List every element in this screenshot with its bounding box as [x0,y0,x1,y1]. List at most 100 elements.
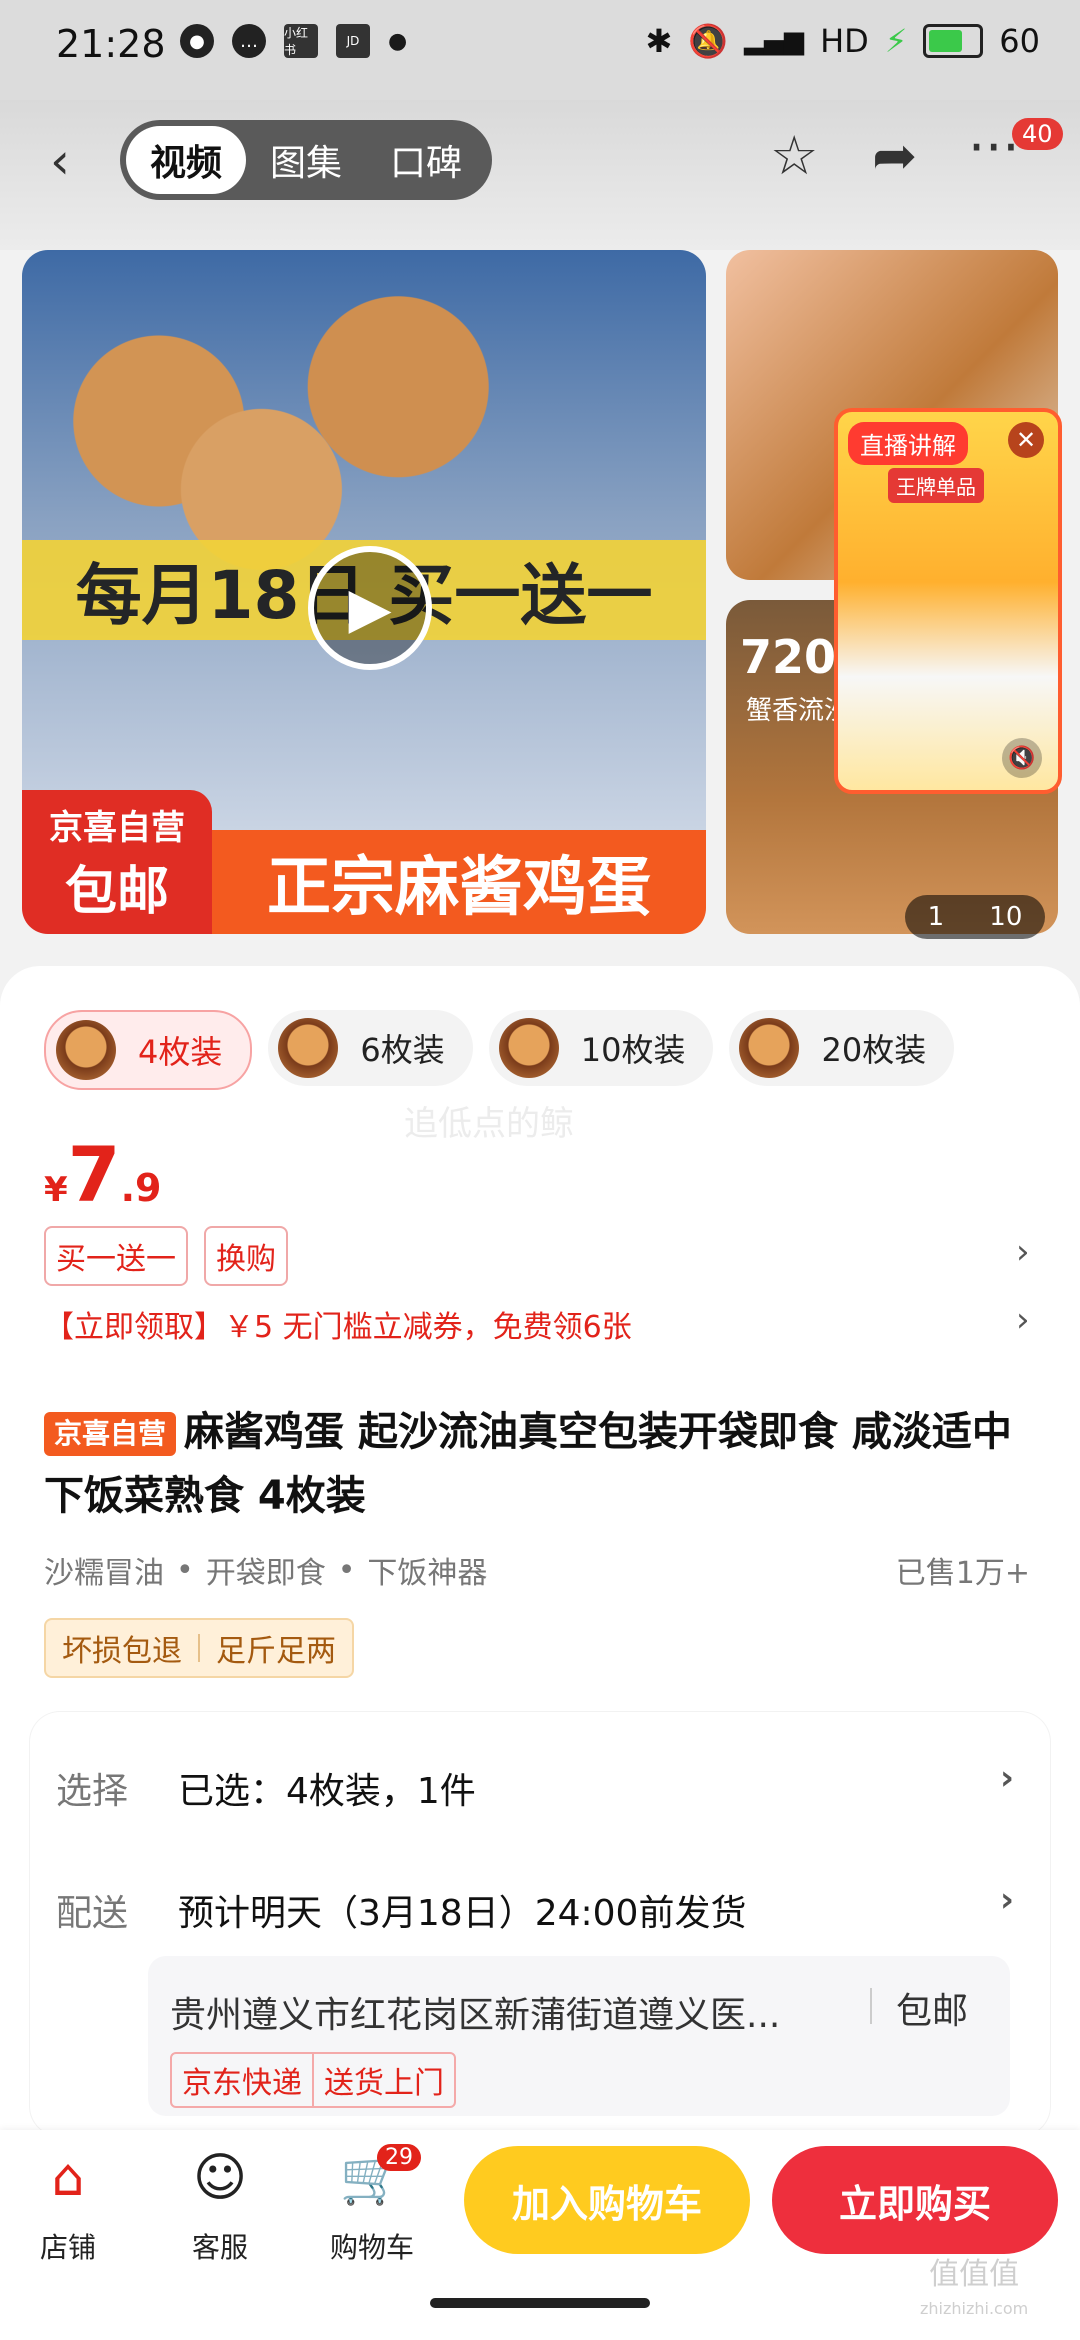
jingxi-tag-line2: 包邮 [64,862,169,922]
watermark-main: 值值值 [929,2257,1020,2292]
select-value[interactable]: 已选：4枚装，1件 [178,1762,476,1814]
chevron-right-icon[interactable]: › [1016,1232,1030,1272]
delivery-value[interactable]: 预计明天（3月18日）24:00前发货 [178,1884,746,1936]
product-title-text: 麻酱鸡蛋 起沙流油真空包装开袋即食 咸淡适中下饭菜熟食 4枚装 [44,1409,1012,1519]
share-icon[interactable]: ➦ [872,124,917,187]
express-tag: 京东快递 [182,2066,302,2101]
message-bubble-icon: ● [180,24,214,58]
buy-now-button[interactable]: 立即购买 [772,2146,1058,2254]
counter-current: 1 [927,902,945,932]
watermark-text: 追低点的鲸 [404,1104,574,1144]
variant-thumb [278,1018,339,1078]
product-features: 沙糯冒油 • 开袋即食 • 下饭神器 [44,1548,487,1592]
mute-speaker-icon[interactable]: 🔇 [1002,738,1042,778]
network-type: HD [820,22,869,60]
status-time: 21:28 [56,22,166,66]
variant-label: 10枚装 [580,1031,686,1069]
xiaohongshu-icon: 小红书 [284,24,318,58]
shipping-fee: 包邮 [896,1991,969,2032]
favorite-star-icon[interactable]: ☆ [770,124,818,187]
variant-selector: 4枚装 6枚装 10枚装 20枚装 [44,1010,955,1090]
back-icon[interactable]: ‹ [50,132,70,190]
guarantee-item: 坏损包退 [62,1634,182,1669]
tab-video[interactable]: 视频 [126,126,246,194]
variant-label: 6枚装 [360,1031,445,1069]
store-icon: ⌂ [51,2148,85,2208]
variant-4[interactable]: 4枚装 [44,1010,253,1090]
corner-watermark: 值值值 zhizhizhi.com [920,2258,1028,2326]
charging-icon: ⚡ [884,22,908,60]
variant-thumb [56,1020,116,1080]
jd-icon: JD [336,24,370,58]
variant-20[interactable]: 20枚装 [729,1010,955,1086]
more-icon[interactable]: ··· [968,116,1020,179]
store-label: 店铺 [40,2231,97,2264]
chevron-right-icon[interactable]: › [1000,1880,1014,1920]
signal-icon: ▂▄▆ [744,26,805,56]
more-badge: 40 [1012,118,1063,150]
feature-item: 下饭神器 [367,1556,488,1591]
product-title: 京喜自营 麻酱鸡蛋 起沙流油真空包装开袋即食 咸淡适中下饭菜熟食 4枚装 [44,1400,1024,1528]
dot-separator: • [176,1552,194,1588]
self-operated-tag: 京喜自营 [44,1412,177,1456]
dot-icon: ● [388,28,408,54]
promo-tag[interactable]: 换购 [204,1226,288,1286]
guarantee-item: 足斤足两 [216,1634,336,1669]
select-label: 选择 [56,1771,129,1812]
jingxi-tag: 京喜自营 包邮 [22,790,212,934]
promo-tag[interactable]: 买一送一 [44,1226,188,1286]
battery-level: 60 [999,22,1040,60]
battery-icon [923,24,984,58]
delivery-label: 配送 [56,1893,129,1934]
chevron-right-icon[interactable]: › [1000,1758,1014,1798]
watermark-sub: zhizhizhi.com [920,2299,1029,2318]
service-button[interactable]: ☺ 客服 [192,2148,248,2266]
coupon-link[interactable]: 【立即领取】￥5 无门槛立减券，免费领6张 [44,1302,632,1346]
play-icon[interactable]: ▶ [308,546,432,670]
tab-reviews[interactable]: 口碑 [366,126,486,194]
media-tabs: 视频 图集 口碑 [120,120,492,200]
bluetooth-icon: ✱ [645,22,673,60]
status-left-icons: ● … 小红书 JD ● [180,24,407,58]
divider [870,1988,872,2024]
live-label: 直播讲解 [848,422,968,465]
cart-label: 购物车 [330,2231,415,2264]
price-decimal: .9 [120,1166,162,1210]
chevron-right-icon[interactable]: › [1016,1300,1030,1340]
main-product-video[interactable]: 每月18日 买一送一 ▶ 京喜自营 包邮 正宗麻酱鸡蛋 [22,250,706,934]
jingxi-tag-line1: 京喜自营 [49,808,185,848]
variant-6[interactable]: 6枚装 [268,1010,473,1086]
live-stream-window[interactable]: 直播讲解 ✕ 王牌单品 🔇 [834,408,1062,794]
thumb-2-text: 720 [740,630,837,684]
add-to-cart-button[interactable]: 加入购物车 [464,2146,750,2254]
price-currency: ¥ [44,1170,68,1210]
express-tags: 京东快递 送货上门 [170,2052,456,2108]
status-bar: 21:28 ● … 小红书 JD ● ✱ 🔕 ▂▄▆ HD ⚡ 60 [0,0,1080,100]
variant-label: 20枚装 [821,1031,927,1069]
variant-label: 4枚装 [138,1033,223,1071]
feature-item: 开袋即食 [205,1556,326,1591]
gallery-counter: 1 10 [905,895,1045,939]
guarantee-tags[interactable]: 坏损包退 足斤足两 [44,1618,354,1678]
cart-badge: 29 [377,2144,421,2171]
variant-thumb [498,1018,559,1078]
promo-tags: 买一送一 换购 [44,1226,288,1286]
chat-icon: … [232,24,266,58]
customer-service-icon: ☺ [192,2148,248,2208]
status-right: ✱ 🔕 ▂▄▆ HD ⚡ 60 [645,22,1040,60]
sold-count: 已售1万+ [895,1556,1030,1591]
price: ¥7.9 [44,1130,161,1219]
store-button[interactable]: ⌂ 店铺 [40,2148,96,2266]
mute-icon: 🔕 [688,22,729,60]
express-tag: 送货上门 [324,2066,444,2101]
divider [198,1634,200,1662]
price-integer: 7 [67,1130,121,1219]
variant-10[interactable]: 10枚装 [488,1010,714,1086]
feature-item: 沙糯冒油 [44,1556,164,1591]
address-box[interactable]: 贵州遵义市红花岗区新蒲街道遵义医... 包邮 京东快递 送货上门 [148,1956,1010,2116]
main-image-title: 正宗麻酱鸡蛋 [212,830,706,934]
tab-gallery[interactable]: 图集 [246,126,366,194]
close-icon[interactable]: ✕ [1008,422,1044,458]
counter-total: 10 [989,902,1023,932]
home-indicator[interactable] [430,2298,650,2308]
